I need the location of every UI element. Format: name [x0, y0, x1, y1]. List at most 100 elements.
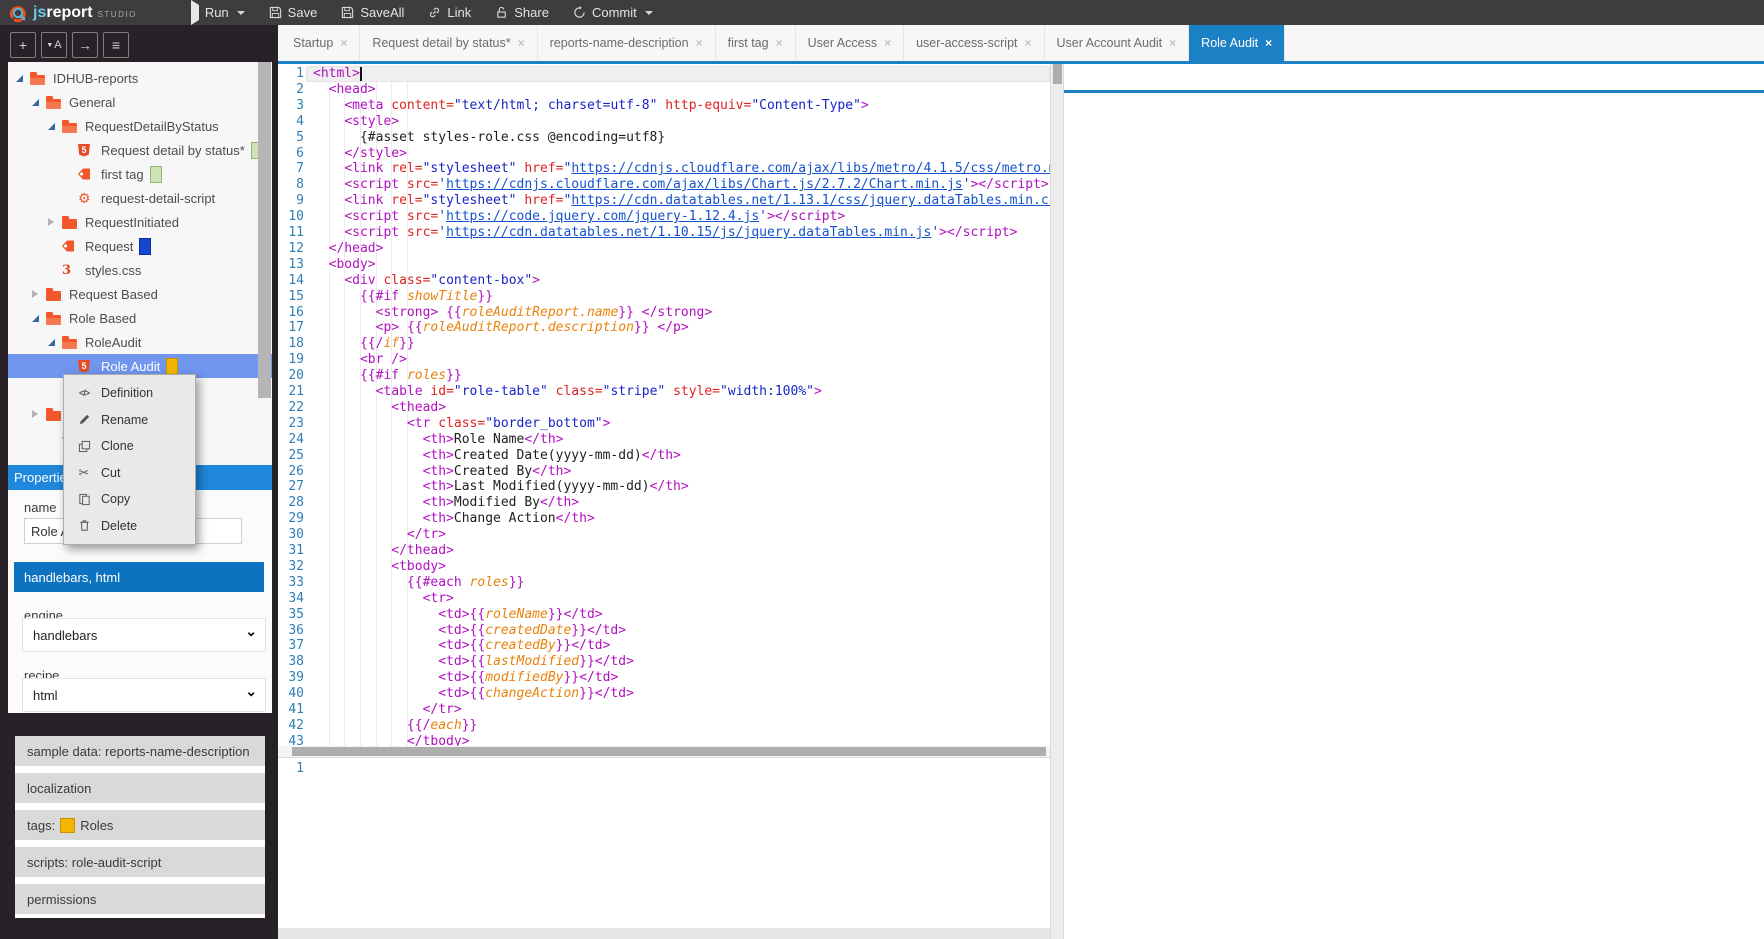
expand-arrow-icon[interactable] [16, 75, 30, 82]
html-template-icon: 5 [78, 360, 90, 373]
editor-bottom-strip [278, 928, 1050, 939]
code-line-21: 21 <table id="role-table" class="stripe"… [278, 384, 1050, 400]
code-line-30: 30 </tr> [278, 527, 1050, 543]
menu-item-copy[interactable]: Copy [64, 486, 195, 513]
line-number: 29 [278, 511, 304, 527]
commit-button[interactable]: Commit [561, 0, 665, 25]
line-number: 17 [278, 320, 304, 336]
close-icon[interactable]: × [340, 36, 347, 50]
share-button[interactable]: Share [483, 0, 561, 25]
recipe-select[interactable]: html [23, 679, 265, 711]
tree-item-general[interactable]: General [8, 90, 272, 114]
code-line-36: 36 <td>{{createdDate}}</td> [278, 623, 1050, 639]
menu-item-rename[interactable]: Rename [64, 407, 195, 434]
tab-label: User Account Audit [1057, 36, 1163, 50]
editor-horizontal-scrollbar[interactable] [278, 746, 1050, 757]
tab-strip: Startup×Request detail by status*×report… [278, 25, 1764, 64]
tab-startup[interactable]: Startup× [281, 25, 360, 61]
close-icon[interactable]: × [1025, 36, 1032, 50]
folder-open-icon [30, 75, 45, 85]
tab-first-tag[interactable]: first tag× [716, 25, 796, 61]
gear-icon: ⚙ [78, 191, 91, 205]
section-sample-data-reports-name-description[interactable]: sample data: reports-name-description [15, 736, 265, 766]
code-editor[interactable]: 1<html>2 <head>3 <meta content="text/htm… [278, 64, 1050, 939]
tab-user-access-script[interactable]: user-access-script × [904, 25, 1044, 61]
jsreport-logo[interactable]: js report STUDIO [8, 3, 137, 23]
collapse-arrow-icon[interactable] [32, 290, 46, 298]
tab-request-detail-by-status[interactable]: Request detail by status*× [360, 25, 537, 61]
tab-user-account-audit[interactable]: User Account Audit × [1045, 25, 1190, 61]
tree-item-roleaudit[interactable]: RoleAudit [8, 330, 272, 354]
save-button[interactable]: Save [257, 0, 330, 25]
folder-icon [46, 411, 61, 421]
menu-item-cut[interactable]: ✂Cut [64, 460, 195, 487]
collapse-arrow-icon[interactable] [32, 410, 46, 418]
tree-item-request-detail-script[interactable]: ⚙request-detail-script [8, 186, 272, 210]
tree-item-requestdetailbystatus[interactable]: RequestDetailByStatus [8, 114, 272, 138]
tab-reports-name-description[interactable]: reports-name-description× [538, 25, 716, 61]
helpers-pane[interactable]: 1 [278, 757, 1050, 939]
template-type-header[interactable]: handlebars, html [14, 562, 264, 592]
plus-icon[interactable]: + [10, 32, 36, 58]
expand-arrow-icon[interactable] [32, 99, 46, 106]
sidebar-scrollbar-thumb[interactable] [258, 62, 271, 398]
tree-item-label: RequestDetailByStatus [85, 119, 219, 134]
tab-role-audit[interactable]: Role Audit× [1189, 25, 1285, 61]
line-number: 14 [278, 273, 304, 289]
close-icon[interactable]: × [884, 36, 891, 50]
filter-icon[interactable]: ▼A [41, 32, 67, 58]
close-icon[interactable]: × [776, 36, 783, 50]
menu-item-delete[interactable]: Delete [64, 513, 195, 540]
line-number: 35 [278, 607, 304, 623]
close-icon[interactable]: × [1265, 36, 1272, 50]
tree-item-styles-css[interactable]: 3styles.css [8, 258, 272, 282]
code-line-14: 14 <div class="content-box"> [278, 273, 1050, 289]
line-number: 37 [278, 638, 304, 654]
expand-arrow-icon[interactable] [48, 339, 62, 346]
tree-item-request-based[interactable]: Request Based [8, 282, 272, 306]
tab-label: user-access-script [916, 36, 1017, 50]
expand-arrow-icon[interactable] [48, 123, 62, 130]
run-button[interactable]: Run [179, 0, 257, 25]
tab-user-access[interactable]: User Access × [796, 25, 904, 61]
close-icon[interactable]: × [518, 36, 525, 50]
line-number: 21 [278, 384, 304, 400]
code-line-31: 31 </thead> [278, 543, 1050, 559]
sidebar-scrollbar[interactable] [258, 62, 271, 462]
tree-item-role-based[interactable]: Role Based [8, 306, 272, 330]
section-localization[interactable]: localization [15, 773, 265, 803]
line-number: 39 [278, 670, 304, 686]
editor-horizontal-scrollbar-thumb[interactable] [292, 747, 1046, 756]
arrow-right-icon[interactable]: → [72, 32, 98, 58]
link-button[interactable]: Link [416, 0, 483, 25]
menu-item-clone[interactable]: Clone [64, 433, 195, 460]
tree-item-first-tag[interactable]: first tag [8, 162, 272, 186]
tree-item-requestinitiated[interactable]: RequestInitiated [8, 210, 272, 234]
code-line-3: 3 <meta content="text/html; charset=utf-… [278, 98, 1050, 114]
close-icon[interactable]: × [696, 36, 703, 50]
engine-select[interactable]: handlebars [23, 619, 265, 651]
splitter-handle[interactable] [1053, 64, 1062, 84]
tree-item-idhub-reports[interactable]: IDHUB-reports [8, 66, 272, 90]
tree-item-request-detail-by-status[interactable]: 5Request detail by status* [8, 138, 272, 162]
line-number: 20 [278, 368, 304, 384]
section-permissions[interactable]: permissions [15, 884, 265, 914]
menu-item-label: Clone [101, 439, 134, 453]
pane-splitter[interactable] [1050, 64, 1064, 939]
tab-label: User Access [808, 36, 877, 50]
menu-icon[interactable]: ≡ [103, 32, 129, 58]
caret-down-icon [645, 11, 653, 15]
code-line-22: 22 <thead> [278, 400, 1050, 416]
collapse-arrow-icon[interactable] [48, 218, 62, 226]
line-number: 26 [278, 464, 304, 480]
section-label: scripts: role-audit-script [27, 855, 161, 870]
saveall-button[interactable]: SaveAll [329, 0, 416, 25]
folder-open-icon [46, 99, 61, 109]
expand-arrow-icon[interactable] [32, 315, 46, 322]
tree-item-request[interactable]: Request [8, 234, 272, 258]
code-line-7: 7 <link rel="stylesheet" href="https://c… [278, 161, 1050, 177]
section-tags-roles[interactable]: tags:Roles [15, 810, 265, 840]
menu-item-definition[interactable]: </>Definition [64, 380, 195, 407]
close-icon[interactable]: × [1169, 36, 1176, 50]
section-scripts-role-audit-script[interactable]: scripts: role-audit-script [15, 847, 265, 877]
